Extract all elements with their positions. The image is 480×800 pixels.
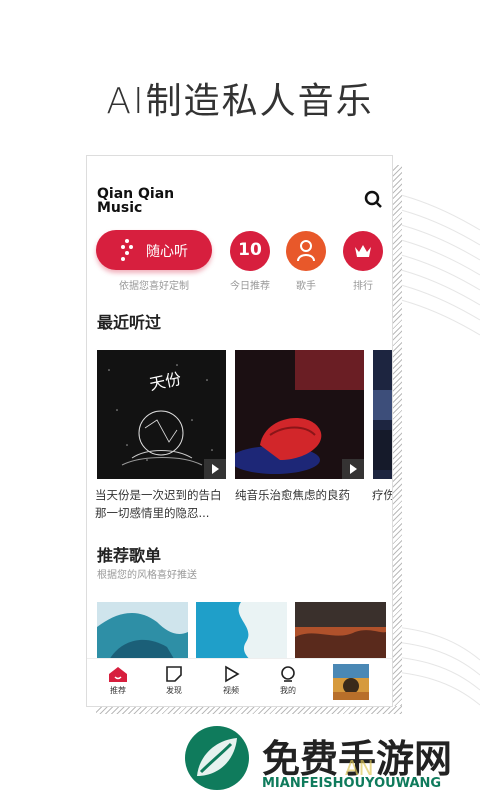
discover-icon	[166, 666, 182, 682]
playlist-cover-2	[238, 602, 287, 664]
playlist-card-1[interactable]	[97, 602, 188, 664]
recent-card-1[interactable]: 天份	[97, 350, 226, 479]
tab-recommend-label: 推荐	[110, 686, 126, 695]
album-cover-3	[373, 390, 392, 470]
recent-caption-2: 纯音乐治愈焦虑的良药	[235, 488, 350, 502]
person-icon	[297, 240, 315, 262]
tab-recommend[interactable]: 推荐	[98, 665, 138, 696]
play-button[interactable]	[204, 459, 226, 479]
now-playing-thumbnail[interactable]	[333, 664, 369, 700]
recent-caption-1-line1: 当天份是一次迟到的告白	[95, 488, 222, 502]
tab-video-label: 视频	[223, 686, 239, 695]
play-button[interactable]	[342, 459, 364, 479]
ranking-button[interactable]	[343, 231, 383, 271]
app-logo: Qian Qian Music	[97, 187, 174, 215]
playlist-section-subtitle: 根据您的风格喜好推送	[97, 570, 197, 581]
phone-shadow-bottom	[96, 706, 402, 714]
headline: AI制造私人音乐	[106, 81, 374, 122]
playlist-cover-3	[295, 627, 386, 664]
brand-logo	[185, 726, 249, 790]
user-icon	[281, 666, 295, 682]
singer-caption: 歌手	[296, 281, 316, 292]
random-listen-label: 随心听	[146, 244, 188, 260]
daily-recommend-number: 10	[238, 240, 262, 260]
footer-brand: 免费手游网 MIANFEISHOUYOUWANG AN	[0, 716, 480, 800]
random-listen-button[interactable]: 随心听	[96, 230, 212, 270]
dots-icon	[121, 239, 133, 261]
playlist-card-2[interactable]	[196, 602, 287, 664]
daily-recommend-button[interactable]: 10	[230, 231, 270, 271]
playlist-card-3[interactable]	[295, 602, 386, 664]
logo-line1: Qian Qian	[97, 186, 175, 202]
now-playing-cover	[333, 664, 369, 700]
ranking-caption: 排行	[353, 281, 373, 292]
search-icon[interactable]	[364, 190, 382, 208]
leaf-logo-icon	[197, 738, 237, 776]
phone-shadow-right	[392, 165, 402, 711]
singer-button[interactable]	[286, 231, 326, 271]
tab-discover-label: 发现	[166, 686, 182, 695]
tab-mine[interactable]: 我的	[268, 665, 308, 696]
recent-card-3[interactable]	[373, 350, 392, 479]
recent-caption-3: 疗伤	[372, 488, 392, 502]
play-icon	[350, 464, 357, 474]
home-icon	[109, 667, 127, 682]
recent-caption-1-line2: 那一切感情里的隐忍...	[95, 506, 210, 520]
phone-screen: Qian Qian Music 随心听 依据您喜好定制 10 今日推荐 歌手 排…	[87, 156, 392, 706]
playlist-cover-1	[97, 612, 188, 664]
recent-section-title: 最近听过	[97, 313, 162, 332]
tab-mine-label: 我的	[280, 686, 296, 695]
daily-recommend-caption: 今日推荐	[230, 281, 270, 292]
video-play-icon	[225, 665, 240, 683]
play-icon	[212, 464, 219, 474]
playlist-section-title: 推荐歌单	[97, 546, 162, 565]
crown-icon	[355, 245, 371, 257]
random-listen-caption: 依据您喜好定制	[119, 281, 189, 292]
logo-line2: Music	[97, 200, 143, 216]
tab-discover[interactable]: 发现	[154, 665, 194, 696]
bottom-tab-bar: 推荐 发现 视频 我的	[87, 658, 392, 706]
tab-video[interactable]: 视频	[211, 665, 251, 696]
watermark: AN	[345, 756, 374, 780]
recent-card-2[interactable]	[235, 350, 364, 479]
